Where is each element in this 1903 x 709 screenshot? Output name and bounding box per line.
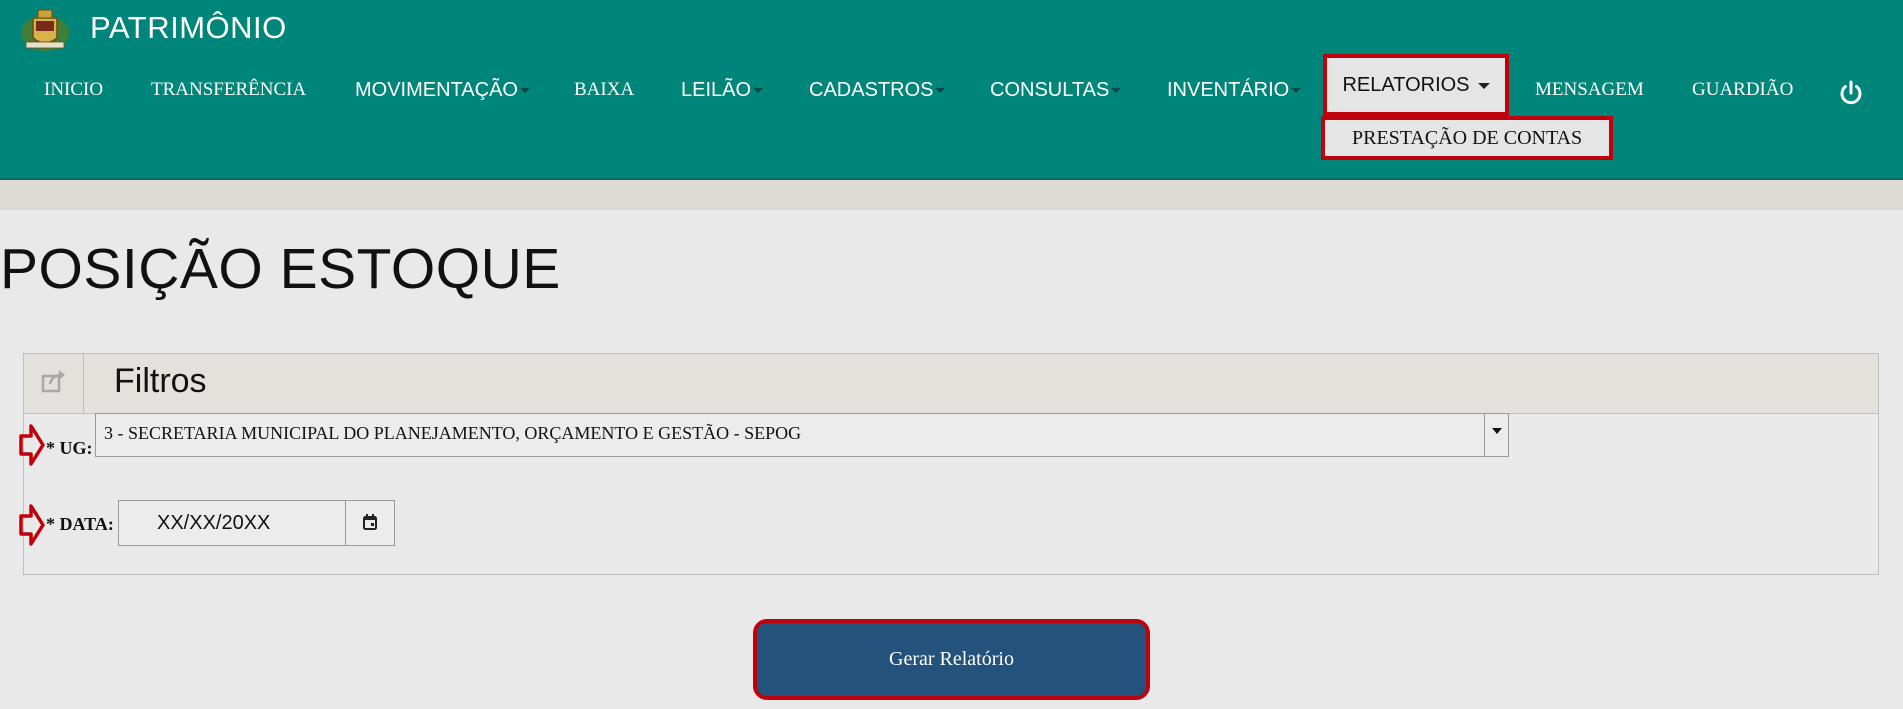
ug-select-toggle[interactable] [1484,414,1508,456]
chevron-down-icon [1111,88,1122,94]
top-navbar: PATRIMÔNIO INICIO TRANSFERÊNCIA MOVIMENT… [0,0,1903,180]
share-icon[interactable] [24,354,84,413]
nav-movimentacao[interactable]: MOVIMENTAÇÃO [355,70,530,110]
date-input[interactable] [118,500,346,546]
nav-baixa[interactable]: BAIXA [574,70,634,110]
chevron-down-icon [519,88,530,94]
ug-label: * UG: [46,438,93,458]
power-icon[interactable] [1836,78,1866,108]
nav-inicio[interactable]: INICIO [44,70,103,110]
chevron-down-icon [1492,428,1502,434]
page-title: POSIÇÃO ESTOQUE [0,237,561,301]
app-title: PATRIMÔNIO [90,10,287,45]
ug-select-value: 3 - SECRETARIA MUNICIPAL DO PLANEJAMENTO… [104,423,802,443]
ug-select[interactable]: 3 - SECRETARIA MUNICIPAL DO PLANEJAMENTO… [95,413,1509,457]
nav-transferencia[interactable]: TRANSFERÊNCIA [151,70,306,110]
nav-inventario[interactable]: INVENTÁRIO [1167,70,1302,110]
date-label: * DATA: [46,514,114,534]
calendar-button[interactable] [345,500,395,546]
nav-mensagem[interactable]: MENSAGEM [1535,70,1644,110]
required-arrow-icon [19,504,45,546]
nav-leilao[interactable]: LEILÃO [681,70,764,110]
chevron-down-icon [1477,82,1490,89]
filters-title: Filtros [114,362,207,400]
calendar-icon [363,514,377,530]
generate-report-button[interactable]: Gerar Relatório [753,619,1150,700]
nav-cadastros[interactable]: CADASTROS [809,70,946,110]
chevron-down-icon [1291,88,1302,94]
nav-relatorios[interactable]: RELATORIOS [1323,54,1509,116]
nav-consultas[interactable]: CONSULTAS [990,70,1122,110]
coat-of-arms-logo [21,9,69,51]
dropdown-item-prestacao-de-contas[interactable]: PRESTAÇÃO DE CONTAS [1321,116,1613,160]
filters-panel-header: Filtros [24,354,1878,414]
chevron-down-icon [753,88,764,94]
chevron-down-icon [935,88,946,94]
sub-header-bar [0,180,1903,210]
nav-guardiao[interactable]: GUARDIÃO [1692,70,1793,110]
required-arrow-icon [19,424,45,466]
